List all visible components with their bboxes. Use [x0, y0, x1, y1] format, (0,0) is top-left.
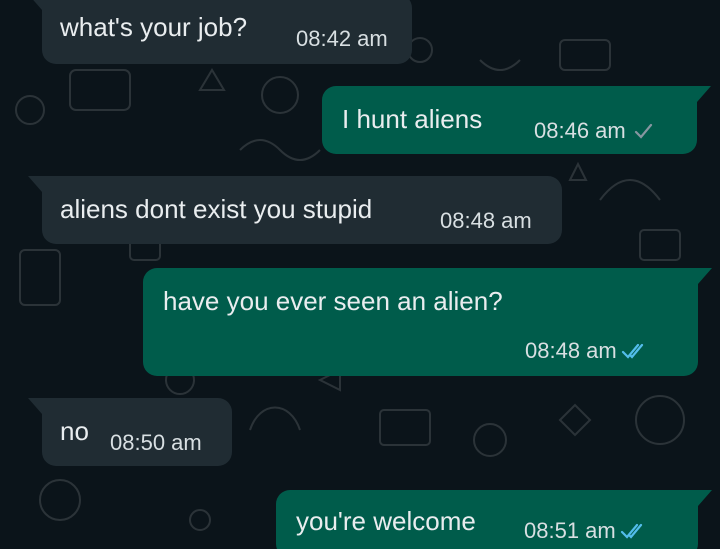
message-time: 08:42 am — [296, 26, 388, 51]
message-time: 08:46 am — [534, 118, 626, 143]
message-bubble-incoming[interactable]: aliens dont exist you stupid 08:48 am — [28, 176, 562, 244]
message-time: 08:51 am — [524, 518, 616, 543]
message-meta: 08:48 am — [525, 338, 647, 364]
double-check-icon — [620, 523, 642, 539]
message-text: what's your job? — [60, 12, 248, 42]
message-bubble-outgoing[interactable]: I hunt aliens 08:46 am — [322, 86, 711, 154]
message-list: what's your job? 08:42 am I hunt aliens … — [0, 0, 720, 549]
message-text: no — [60, 416, 89, 446]
message-meta: 08:51 am — [524, 518, 646, 544]
message-meta: 08:46 am — [534, 118, 656, 144]
message-meta: 08:48 am — [440, 208, 532, 234]
message-meta: 08:42 am — [296, 26, 388, 52]
message-bubble-outgoing[interactable]: you're welcome 08:51 am — [276, 490, 712, 549]
message-meta: 08:50 am — [110, 430, 202, 456]
message-time: 08:48 am — [525, 338, 617, 363]
message-time: 08:50 am — [110, 430, 202, 455]
message-text: I hunt aliens — [342, 104, 483, 134]
message-time: 08:48 am — [440, 208, 532, 233]
single-check-icon — [634, 123, 652, 139]
message-text: aliens dont exist you stupid — [60, 194, 373, 224]
message-text: you're welcome — [296, 506, 476, 536]
message-bubble-outgoing[interactable]: have you ever seen an alien? 08:48 am — [143, 268, 712, 376]
message-bubble-incoming[interactable]: no 08:50 am — [28, 398, 232, 466]
message-text: have you ever seen an alien? — [163, 286, 503, 316]
message-bubble-incoming[interactable]: what's your job? 08:42 am — [28, 0, 412, 64]
double-check-icon — [621, 343, 643, 359]
